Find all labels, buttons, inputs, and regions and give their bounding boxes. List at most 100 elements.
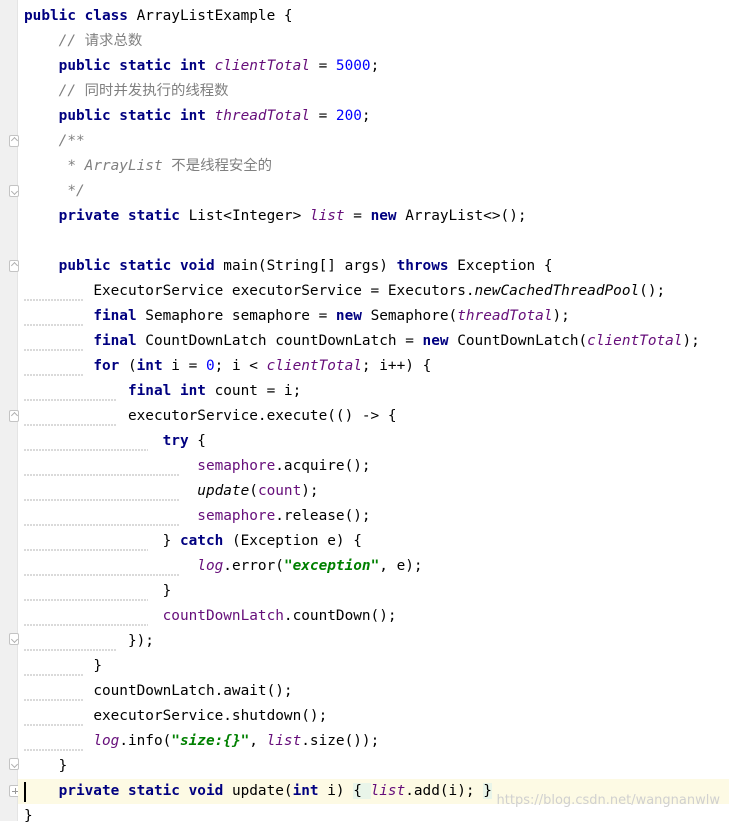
code-token: .error(: [223, 558, 284, 574]
code-token: .release();: [275, 508, 371, 524]
code-token: ,: [249, 733, 267, 749]
fold-toggle-icon[interactable]: [9, 758, 19, 770]
code-token: ;: [370, 58, 380, 74]
code-line[interactable]: final Semaphore semaphore = new Semaphor…: [24, 304, 729, 329]
indent-guide: [24, 474, 180, 477]
code-token: (Exception e) {: [231, 533, 362, 549]
code-token: , e);: [379, 558, 423, 574]
code-line[interactable]: // 请求总数: [24, 29, 729, 54]
code-token: /**: [58, 133, 85, 149]
code-token: list: [266, 733, 302, 749]
code-token: public static void: [58, 258, 224, 274]
code-token: 200: [335, 108, 362, 124]
code-token: count = i;: [214, 383, 302, 399]
editor-gutter: [0, 0, 21, 821]
code-token: list: [309, 208, 345, 224]
indent-guide: [24, 674, 84, 677]
code-token: update(: [231, 783, 293, 799]
code-token: "exception": [283, 558, 380, 574]
indent-guide: [24, 374, 84, 377]
code-token: CountDownLatch(: [457, 333, 588, 349]
code-line[interactable]: for (int i = 0; i < clientTotal; i++) {: [24, 354, 729, 379]
indent-guide: [24, 449, 148, 452]
code-token: ; i <: [214, 358, 267, 374]
code-token: log: [93, 733, 120, 749]
code-line[interactable]: executorService.shutdown();: [24, 704, 729, 729]
code-token: newCachedThreadPool: [474, 283, 640, 299]
code-token: countDownLatch: [162, 608, 284, 624]
code-line[interactable]: ExecutorService executorService = Execut…: [24, 279, 729, 304]
fold-toggle-icon[interactable]: [9, 633, 19, 645]
code-token: new: [370, 208, 406, 224]
fold-toggle-icon[interactable]: [9, 260, 19, 272]
code-line[interactable]: [24, 229, 729, 254]
indent-guide: [24, 574, 180, 577]
code-token: private static void: [58, 783, 232, 799]
fold-toggle-icon[interactable]: [9, 135, 19, 147]
code-line[interactable]: log.info("size:{}", list.size());: [24, 729, 729, 754]
code-line[interactable]: executorService.execute(() -> {: [24, 404, 729, 429]
indent-guide: [24, 324, 84, 327]
indent-guide: [24, 549, 148, 552]
code-line[interactable]: // 同时并发执行的线程数: [24, 79, 729, 104]
code-line[interactable]: }: [24, 654, 729, 679]
indent-guide: [24, 649, 116, 652]
fold-toggle-icon[interactable]: [9, 410, 19, 422]
code-token: Semaphore semaphore =: [145, 308, 336, 324]
code-token: executorService.execute(() -> {: [127, 408, 397, 424]
fold-toggle-icon[interactable]: [9, 185, 19, 197]
code-line[interactable]: public static int threadTotal = 200;: [24, 104, 729, 129]
code-token: final int: [127, 383, 215, 399]
code-token: });: [127, 633, 154, 649]
code-token: }: [483, 783, 492, 799]
code-line[interactable]: public static void main(String[] args) t…: [24, 254, 729, 279]
code-token: threadTotal: [214, 108, 310, 124]
code-token: try: [162, 433, 198, 449]
code-line[interactable]: final CountDownLatch countDownLatch = ne…: [24, 329, 729, 354]
code-token: ArrayListExample {: [136, 8, 293, 24]
code-token: int: [292, 783, 328, 799]
code-line[interactable]: */: [24, 179, 729, 204]
code-token: (: [127, 358, 137, 374]
indent-guide: [24, 399, 116, 402]
code-token: ;: [361, 108, 371, 124]
indent-guide: [24, 624, 148, 627]
code-token: ArrayList<>();: [405, 208, 527, 224]
code-line[interactable]: /**: [24, 129, 729, 154]
code-line[interactable]: }: [24, 754, 729, 779]
code-line[interactable]: public class ArrayListExample {: [24, 4, 729, 29]
code-line[interactable]: });: [24, 629, 729, 654]
code-token: public class: [24, 8, 137, 24]
code-token: final: [93, 308, 146, 324]
code-token: i): [327, 783, 354, 799]
code-token: .countDown();: [283, 608, 397, 624]
code-line[interactable]: public static int clientTotal = 5000;: [24, 54, 729, 79]
code-line[interactable]: * ArrayList 不是线程安全的: [24, 154, 729, 179]
code-line[interactable]: final int count = i;: [24, 379, 729, 404]
code-token: new: [335, 308, 371, 324]
code-token: * ArrayList: [67, 158, 172, 174]
code-line[interactable]: private static List<Integer> list = new …: [24, 204, 729, 229]
code-token: }: [24, 808, 33, 824]
code-token: public static int: [58, 58, 215, 74]
indent-guide: [24, 524, 180, 527]
indent-guide: [24, 599, 148, 602]
code-line[interactable]: countDownLatch.await();: [24, 679, 729, 704]
code-token: semaphore: [197, 458, 276, 474]
